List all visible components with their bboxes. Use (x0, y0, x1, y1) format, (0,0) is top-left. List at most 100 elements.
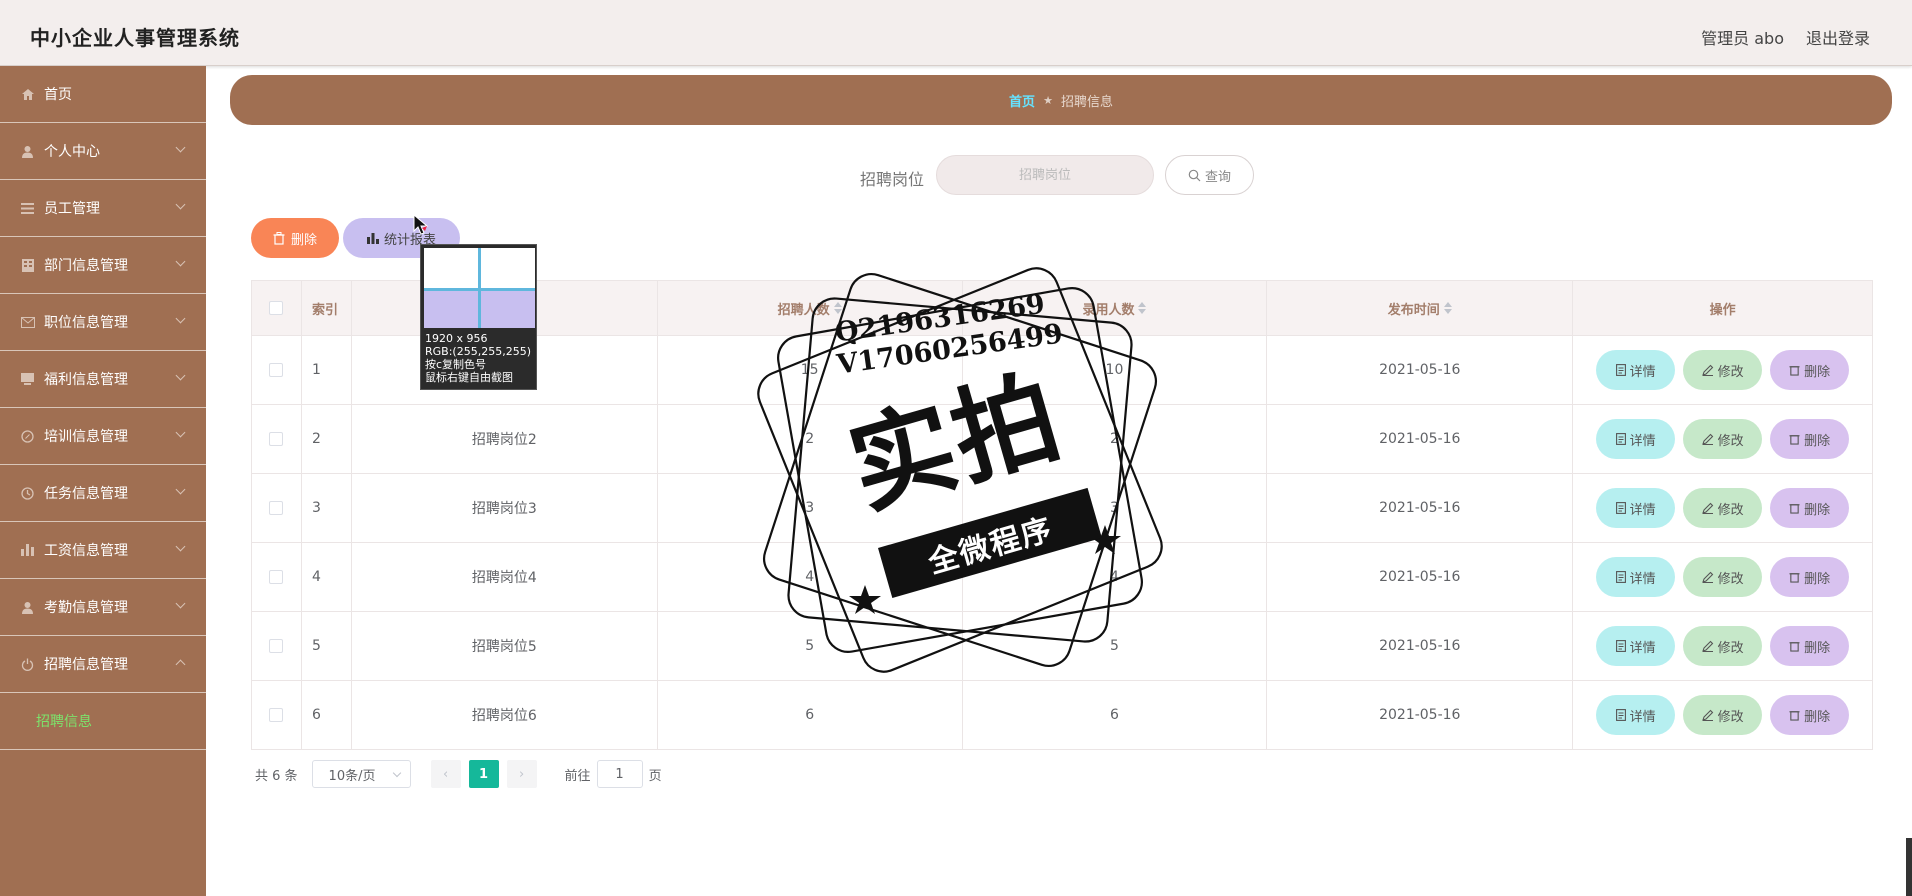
header-publish-date[interactable]: 发布时间 (1267, 281, 1574, 335)
picker-hint-screenshot: 鼠标右键自由截图 (425, 371, 513, 384)
row-publish-date: 2021-05-16 (1267, 543, 1574, 611)
row-checkbox[interactable] (269, 639, 284, 653)
trash-icon (1789, 573, 1800, 583)
logout-link[interactable]: 退出登录 (1806, 25, 1870, 49)
delete-label: 删除 (1804, 571, 1831, 587)
breadcrumb: 首页 ★ 招聘信息 (230, 75, 1892, 125)
delete-button[interactable]: 删除 (1770, 695, 1850, 735)
edit-button[interactable]: 修改 (1683, 557, 1763, 597)
goto-page-input[interactable] (596, 760, 643, 788)
detail-button[interactable]: 详情 (1596, 350, 1676, 390)
user-label[interactable]: 管理员 abo (1701, 25, 1784, 49)
sidebar-item-attendance[interactable]: 考勤信息管理 (0, 579, 206, 636)
sidebar-item-salary[interactable]: 工资信息管理 (0, 522, 206, 579)
delete-label: 删除 (1804, 433, 1831, 449)
row-publish-date: 2021-05-16 (1267, 336, 1574, 404)
document-icon (1615, 571, 1626, 583)
sidebar-item-position[interactable]: 职位信息管理 (0, 294, 206, 351)
detail-button[interactable]: 详情 (1596, 557, 1676, 597)
edit-label: 修改 (1717, 364, 1744, 380)
delete-button[interactable]: 删除 (1770, 419, 1850, 459)
prev-page-button[interactable]: ‹ (430, 760, 461, 788)
goto-label: 前往 (564, 768, 591, 784)
breadcrumb-home[interactable]: 首页 (1009, 91, 1035, 110)
row-publish-date: 2021-05-16 (1267, 474, 1574, 542)
sidebar-item-personal[interactable]: 个人中心 (0, 123, 206, 180)
search-input[interactable] (936, 155, 1154, 195)
sidebar: 首页 个人中心 员工管理 部门信息管理 职位信息管理 福利信息管理 培训信息管理… (0, 66, 206, 896)
sidebar-item-department[interactable]: 部门信息管理 (0, 237, 206, 294)
row-index: 2 (302, 405, 352, 473)
chevron-up-icon (175, 659, 186, 670)
delete-button[interactable]: 删除 (1770, 626, 1850, 666)
sidebar-item-label: 招聘信息管理 (44, 657, 128, 673)
page-size-select[interactable]: 10条/页 (311, 760, 411, 788)
sidebar-item-label: 个人中心 (44, 144, 100, 160)
page-number-button[interactable]: 1 (468, 760, 499, 788)
detail-label: 详情 (1629, 709, 1656, 725)
page-size-value: 10条/页 (328, 768, 376, 784)
row-publish-date: 2021-05-16 (1267, 612, 1574, 680)
delete-label: 删除 (1804, 640, 1831, 656)
header-operations: 操作 (1573, 281, 1873, 335)
search-button[interactable]: 查询 (1165, 155, 1254, 195)
pagination-total: 共 6 条 (255, 768, 298, 784)
bulk-delete-button[interactable]: 删除 (251, 218, 339, 258)
delete-button[interactable]: 删除 (1770, 488, 1850, 528)
bar-chart-icon (366, 232, 379, 244)
row-checkbox[interactable] (269, 570, 284, 584)
row-position: 招聘岗位6 (352, 681, 658, 749)
bulk-delete-label: 删除 (290, 232, 317, 248)
chevron-down-icon (175, 484, 186, 495)
edit-icon (1701, 571, 1713, 583)
row-checkbox[interactable] (269, 363, 284, 377)
sidebar-item-welfare[interactable]: 福利信息管理 (0, 351, 206, 408)
sidebar-item-home[interactable]: 首页 (0, 66, 206, 123)
sidebar-item-training[interactable]: 培训信息管理 (0, 408, 206, 465)
color-picker-tooltip: 1920 x 956 RGB:(255,255,255) 按c复制色号 鼠标右键… (420, 244, 537, 390)
document-icon (1615, 364, 1626, 376)
row-checkbox[interactable] (269, 708, 284, 722)
sidebar-item-label: 部门信息管理 (44, 258, 128, 274)
edit-button[interactable]: 修改 (1683, 695, 1763, 735)
edit-label: 修改 (1717, 433, 1744, 449)
edit-label: 修改 (1717, 571, 1744, 587)
select-all-checkbox[interactable] (269, 301, 284, 315)
row-position: 招聘岗位3 (352, 474, 658, 542)
chevron-down-icon (175, 598, 186, 609)
detail-button[interactable]: 详情 (1596, 488, 1676, 528)
edit-button[interactable]: 修改 (1683, 626, 1763, 666)
next-page-button[interactable]: › (506, 760, 537, 788)
chevron-down-icon (175, 142, 186, 153)
clock-icon (20, 486, 35, 500)
header-index: 索引 (302, 281, 352, 335)
scrollbar-thumb[interactable] (1906, 838, 1912, 896)
row-checkbox[interactable] (269, 432, 284, 446)
edit-button[interactable]: 修改 (1683, 350, 1763, 390)
delete-button[interactable]: 删除 (1770, 557, 1850, 597)
sort-icon[interactable] (1443, 302, 1452, 314)
user-icon (20, 144, 35, 158)
power-icon (20, 657, 35, 671)
row-index: 5 (302, 612, 352, 680)
detail-button[interactable]: 详情 (1596, 695, 1676, 735)
sidebar-item-recruitment[interactable]: 招聘信息管理 (0, 636, 206, 693)
sidebar-item-task[interactable]: 任务信息管理 (0, 465, 206, 522)
edit-button[interactable]: 修改 (1683, 488, 1763, 528)
edit-label: 修改 (1717, 709, 1744, 725)
row-operations: 详情 修改 删除 (1573, 612, 1873, 680)
detail-button[interactable]: 详情 (1596, 626, 1676, 666)
detail-label: 详情 (1629, 433, 1656, 449)
sidebar-item-employee[interactable]: 员工管理 (0, 180, 206, 237)
delete-button[interactable]: 删除 (1770, 350, 1850, 390)
home-icon (20, 87, 35, 101)
row-checkbox[interactable] (269, 501, 284, 515)
chevron-down-icon (175, 541, 186, 552)
mail-icon (20, 315, 35, 329)
sidebar-subitem-recruitment-info[interactable]: 招聘信息 (0, 693, 206, 750)
chevron-down-icon (175, 427, 186, 438)
edit-button[interactable]: 修改 (1683, 419, 1763, 459)
app-title: 中小企业人事管理系统 (30, 26, 240, 50)
chevron-down-icon (175, 313, 186, 324)
detail-button[interactable]: 详情 (1596, 419, 1676, 459)
